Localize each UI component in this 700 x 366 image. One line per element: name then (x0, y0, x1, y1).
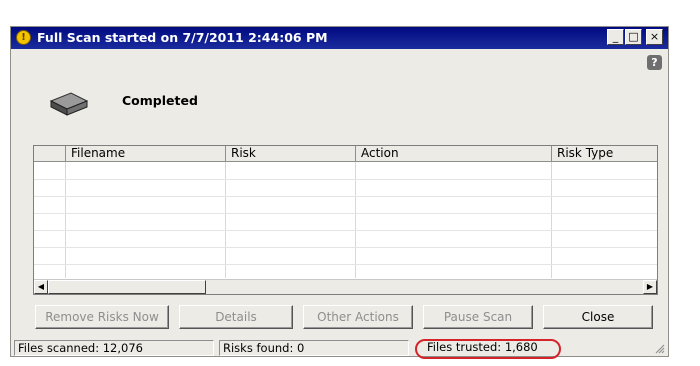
minimize-button[interactable]: _ (607, 29, 624, 45)
other-actions-button[interactable]: Other Actions (303, 305, 413, 329)
scan-window: ! Full Scan started on 7/7/2011 2:44:06 … (10, 26, 669, 359)
remove-risks-button[interactable]: Remove Risks Now (35, 305, 169, 329)
column-header-select[interactable] (34, 146, 66, 162)
scroll-right-icon[interactable]: ▶ (643, 280, 657, 294)
horizontal-scrollbar[interactable]: ◀ ▶ (34, 279, 657, 294)
close-button[interactable]: Close (543, 305, 653, 329)
table-header: Filename Risk Action Risk Type (34, 146, 657, 162)
status-bar: Files scanned: 12,076 Risks found: 0 Fil… (11, 338, 668, 359)
column-header-risk-type[interactable]: Risk Type (552, 146, 657, 162)
help-icon[interactable]: ? (647, 55, 662, 70)
highlight-circle (415, 339, 561, 359)
table-row (34, 264, 657, 265)
column-header-risk[interactable]: Risk (226, 146, 356, 162)
scan-status-label: Completed (122, 93, 198, 108)
maximize-button[interactable]: □ (625, 29, 642, 45)
risks-found-status: Risks found: 0 (219, 340, 409, 356)
window-title: Full Scan started on 7/7/2011 2:44:06 PM (37, 30, 328, 45)
app-icon: ! (16, 30, 31, 45)
scroll-left-icon[interactable]: ◀ (34, 280, 48, 294)
column-header-filename[interactable]: Filename (66, 146, 226, 162)
scrollbar-thumb[interactable] (48, 280, 206, 294)
table-row (34, 213, 657, 214)
results-table[interactable]: Filename Risk Action Risk Type ◀ ▶ (33, 145, 658, 295)
table-row (34, 196, 657, 197)
column-header-action[interactable]: Action (356, 146, 552, 162)
table-row (34, 179, 657, 180)
table-body (34, 162, 657, 278)
resize-grip-icon[interactable] (653, 342, 665, 354)
close-window-button[interactable]: × (646, 29, 663, 45)
files-scanned-status: Files scanned: 12,076 (14, 340, 214, 356)
drive-icon (49, 92, 89, 116)
table-row (34, 247, 657, 248)
details-button[interactable]: Details (179, 305, 293, 329)
table-row (34, 230, 657, 231)
title-bar[interactable]: ! Full Scan started on 7/7/2011 2:44:06 … (11, 27, 668, 49)
pause-scan-button[interactable]: Pause Scan (423, 305, 533, 329)
